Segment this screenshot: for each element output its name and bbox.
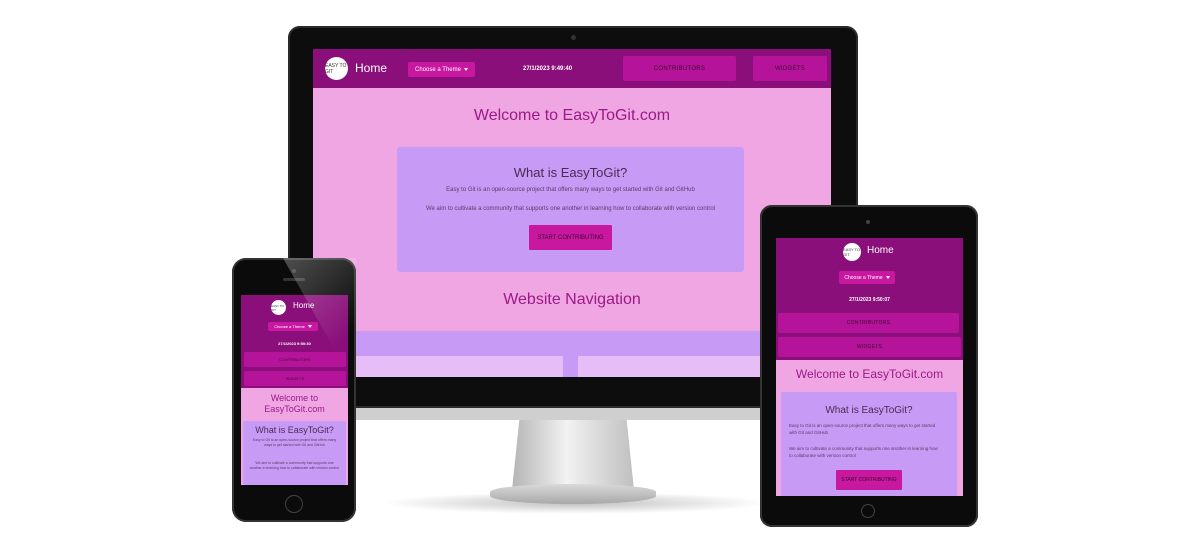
chevron-down-icon bbox=[885, 276, 890, 279]
phone-home-button bbox=[285, 495, 303, 513]
site-logo[interactable]: EASY TO GIT bbox=[843, 243, 861, 261]
card-text-1: Easy to Git is an open-source project th… bbox=[446, 187, 695, 193]
card-text-2: We aim to cultivate a community that sup… bbox=[249, 461, 340, 470]
card-text-2: We aim to cultivate a community that sup… bbox=[425, 206, 716, 212]
about-card: What is EasyToGit? Easy to Git is an ope… bbox=[243, 421, 346, 485]
welcome-title: Welcome to EasyToGit.com bbox=[264, 393, 325, 414]
desktop-screen: EASY TO GIT Home Choose a Theme 27/1/202… bbox=[313, 49, 831, 377]
theme-dropdown-label: Choose a Theme bbox=[415, 66, 461, 73]
contributors-button[interactable]: CONTRIBUTORS bbox=[623, 56, 736, 81]
theme-dropdown[interactable]: Choose a Theme bbox=[839, 271, 895, 284]
phone-navbar: EASY TO GIT Home Choose a Theme 27/1/202… bbox=[241, 295, 348, 388]
card-text-2: We aim to cultivate a community that sup… bbox=[789, 446, 938, 458]
start-contributing-button[interactable]: START CONTRIBUTING bbox=[529, 225, 612, 250]
logo-text: EASY TO GIT bbox=[843, 247, 861, 257]
navigation-section bbox=[313, 331, 831, 377]
theme-dropdown[interactable]: Choose a Theme bbox=[408, 62, 475, 77]
theme-dropdown[interactable]: Choose a Theme bbox=[268, 322, 318, 331]
widgets-button[interactable]: WIDGETS bbox=[753, 56, 827, 81]
widgets-button[interactable]: WIDGETS bbox=[778, 337, 961, 357]
site-logo[interactable]: EASY TO GIT bbox=[271, 300, 286, 315]
tablet-navbar: EASY TO GIT Home Choose a Theme 27/1/202… bbox=[776, 238, 963, 360]
card-title: What is EasyToGit? bbox=[513, 165, 628, 180]
about-card: What is EasyToGit? Easy to Git is an ope… bbox=[397, 147, 744, 272]
clock: 27/1/2023 9:50:07 bbox=[849, 297, 890, 303]
clock: 27/1/2023 9:50:30 bbox=[278, 341, 311, 346]
welcome-title: Welcome to EasyToGit.com bbox=[795, 367, 944, 381]
monitor-base bbox=[490, 484, 656, 504]
desktop-navbar: EASY TO GIT Home Choose a Theme 27/1/202… bbox=[313, 49, 831, 88]
tablet-home-button bbox=[861, 504, 875, 518]
monitor-stand bbox=[512, 420, 634, 490]
phone-screen: EASY TO GIT Home Choose a Theme 27/1/202… bbox=[241, 295, 348, 485]
card-text-1: Easy to Git is an open-source project th… bbox=[252, 438, 337, 447]
nav-section-title: Website Navigation bbox=[503, 291, 641, 308]
about-card: What is EasyToGit? Easy to Git is an ope… bbox=[781, 392, 957, 496]
nav-tile[interactable] bbox=[331, 356, 563, 377]
logo-text: EASY TO GIT bbox=[271, 303, 284, 312]
clock: 27/1/2023 9:49:40 bbox=[523, 66, 573, 72]
monitor-camera bbox=[571, 35, 576, 40]
phone-speaker bbox=[283, 278, 305, 281]
site-logo[interactable]: EASY TO GIT bbox=[325, 57, 348, 80]
card-text-1: Easy to Git is an open-source project th… bbox=[789, 423, 936, 435]
theme-dropdown-label: Choose a Theme bbox=[274, 324, 305, 329]
chevron-down-icon bbox=[463, 68, 468, 71]
home-link[interactable]: Home bbox=[867, 245, 894, 256]
tablet-camera bbox=[866, 220, 870, 224]
contributors-button[interactable]: CONTRIBUTORS bbox=[778, 313, 959, 333]
welcome-title: Welcome to EasyToGit.com bbox=[473, 107, 671, 124]
widgets-button[interactable]: WIDGETS bbox=[244, 371, 346, 386]
logo-text: EASY TO GIT bbox=[325, 62, 347, 75]
theme-dropdown-label: Choose a Theme bbox=[844, 274, 883, 281]
start-contributing-button[interactable]: START CONTRIBUTING bbox=[836, 470, 902, 490]
contributors-button[interactable]: CONTRIBUTORS bbox=[244, 352, 346, 367]
home-link[interactable]: Home bbox=[293, 301, 314, 310]
phone-camera bbox=[292, 269, 296, 273]
tablet-screen: EASY TO GIT Home Choose a Theme 27/1/202… bbox=[776, 238, 963, 496]
chevron-down-icon bbox=[307, 325, 312, 328]
card-title: What is EasyToGit? bbox=[255, 425, 334, 435]
home-link[interactable]: Home bbox=[355, 61, 387, 75]
card-title: What is EasyToGit? bbox=[825, 405, 913, 416]
